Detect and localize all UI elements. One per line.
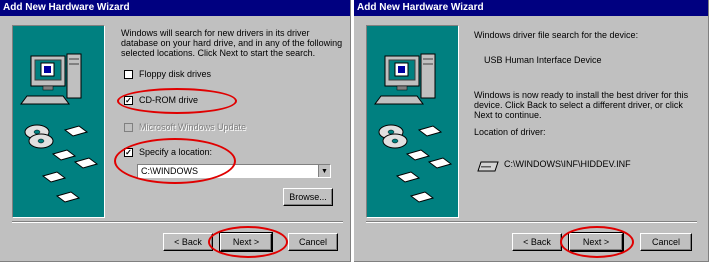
cd-disc-icon xyxy=(378,124,408,149)
cd-rom-label: CD-ROM drive xyxy=(139,95,199,105)
wizard-illustration xyxy=(366,25,459,218)
wizard-window-search-options: Add New Hardware Wizard Windows will sea… xyxy=(0,0,351,262)
back-button[interactable]: < Back xyxy=(163,233,213,251)
cd-disc-icon xyxy=(24,124,54,149)
device-name: USB Human Interface Device xyxy=(484,55,602,65)
window-title: Add New Hardware Wizard xyxy=(0,0,350,16)
computer-icon xyxy=(374,53,453,203)
search-intro-text: Windows will search for new drivers in i… xyxy=(121,28,343,58)
driver-path: C:\WINDOWS\INF\HIDDEV.INF xyxy=(504,159,631,169)
divider xyxy=(12,221,343,223)
search-heading: Windows driver file search for the devic… xyxy=(474,30,639,40)
back-button[interactable]: < Back xyxy=(512,233,562,251)
cancel-button[interactable]: Cancel xyxy=(288,233,338,251)
window-title: Add New Hardware Wizard xyxy=(354,0,708,16)
wizard-window-driver-found: Add New Hardware Wizard Windows driver f… xyxy=(354,0,709,262)
location-combo-input[interactable]: C:\WINDOWS ▼ xyxy=(137,164,331,178)
location-heading: Location of driver: xyxy=(474,127,546,137)
chevron-down-icon[interactable]: ▼ xyxy=(318,165,330,177)
floppy-drives-label: Floppy disk drives xyxy=(139,69,212,79)
browse-button[interactable]: Browse... xyxy=(283,188,333,206)
divider xyxy=(366,221,697,223)
cancel-button[interactable]: Cancel xyxy=(640,233,692,251)
windows-update-label: Microsoft Windows Update xyxy=(139,122,247,132)
floppy-drives-checkbox[interactable] xyxy=(124,70,133,79)
wizard-illustration xyxy=(12,25,105,218)
cd-rom-checkbox[interactable]: ✓ xyxy=(124,96,133,105)
computer-icon xyxy=(20,53,99,203)
next-button[interactable]: Next > xyxy=(568,232,624,252)
windows-update-checkbox xyxy=(124,123,133,132)
specify-location-label: Specify a location: xyxy=(139,147,213,157)
specify-location-checkbox[interactable]: ✓ xyxy=(124,148,133,157)
ready-text: Windows is now ready to install the best… xyxy=(474,90,689,120)
drive-icon xyxy=(477,161,499,172)
next-button[interactable]: Next > xyxy=(219,232,273,252)
location-value: C:\WINDOWS xyxy=(141,166,198,176)
